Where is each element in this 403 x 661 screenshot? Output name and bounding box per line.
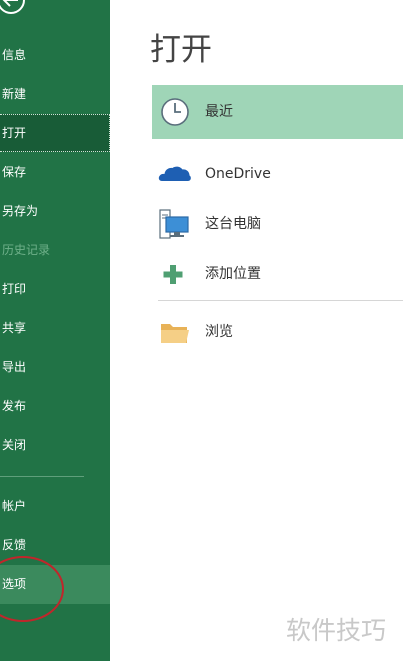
sidebar-item-info[interactable]: 信息 [0,36,110,75]
folder-icon [161,324,189,343]
sidebar-item-export[interactable]: 导出 [0,348,110,387]
clock-icon [161,98,189,126]
location-add-place[interactable]: 添加位置 [152,247,403,301]
backstage-sidebar: 信息 新建 打开 保存 另存为 历史记录 打印 共享 导出 发布 关闭 帐户 反… [0,0,110,661]
page-title: 打开 [150,32,212,68]
location-this-pc[interactable]: 这台电脑 [152,197,403,251]
plus-icon [163,265,183,284]
sidebar-item-account[interactable]: 帐户 [0,487,110,526]
sidebar-item-history: 历史记录 [2,243,51,257]
sidebar-item-share[interactable]: 共享 [0,309,110,348]
location-recent[interactable]: 最近 [152,85,403,139]
location-label: 浏览 [205,324,233,340]
watermark: 软件技巧 [283,601,403,661]
locations-divider [158,300,403,301]
location-label: 这台电脑 [205,216,261,232]
sidebar-item-save-as[interactable]: 另存为 [0,192,110,231]
sidebar-item-print[interactable]: 打印 [0,270,110,309]
location-browse[interactable]: 浏览 [152,305,403,359]
sidebar-item-open[interactable]: 打开 [0,114,110,152]
back-arrow-icon[interactable] [0,0,30,18]
location-onedrive[interactable]: OneDrive [152,147,403,201]
location-label: 添加位置 [205,266,261,282]
sidebar-item-save[interactable]: 保存 [0,153,110,192]
computer-icon [159,209,189,239]
location-label: OneDrive [205,166,271,182]
location-label: 最近 [205,104,233,120]
sidebar-item-close[interactable]: 关闭 [0,426,110,465]
cloud-icon [158,166,191,181]
sidebar-divider [0,476,84,477]
sidebar-item-new[interactable]: 新建 [0,75,110,114]
sidebar-item-publish[interactable]: 发布 [0,387,110,426]
main-panel: 打开 最近 OneDrive 这台电脑 添加位置 浏览 [110,0,403,661]
